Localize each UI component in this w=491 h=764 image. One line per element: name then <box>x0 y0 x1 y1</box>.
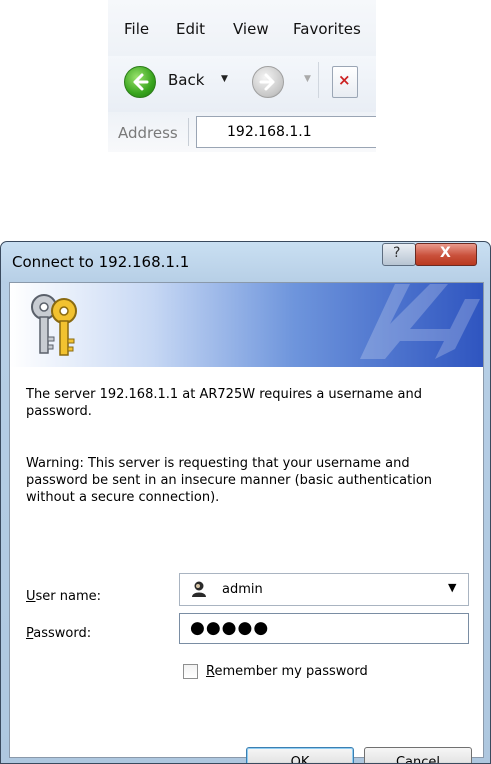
dialog-banner <box>10 283 483 367</box>
back-arrow-icon[interactable] <box>124 66 156 98</box>
close-icon: X <box>440 245 451 261</box>
user-icon <box>192 581 206 597</box>
server-message: The server 192.168.1.1 at AR725W require… <box>26 387 423 419</box>
help-icon: ? <box>393 245 401 261</box>
forward-dropdown-icon[interactable]: ▼ <box>304 74 311 84</box>
address-input[interactable]: 192.168.1.1 <box>196 116 376 148</box>
toolbar-divider <box>318 62 319 98</box>
menu-view[interactable]: View <box>233 20 269 38</box>
stop-icon[interactable]: × <box>332 66 358 98</box>
chevron-down-icon[interactable]: ▼ <box>448 581 456 594</box>
username-value: admin <box>222 582 263 597</box>
username-label: User name: <box>26 589 102 604</box>
close-button[interactable]: X <box>415 243 477 266</box>
address-divider <box>188 118 189 146</box>
browser-toolbar: File Edit View Favorites Back ▼ ▼ × Addr… <box>108 0 376 152</box>
banner-watermark-icon <box>360 284 480 359</box>
forward-arrow-icon[interactable] <box>252 66 284 98</box>
username-combobox[interactable]: admin ▼ <box>179 573 469 606</box>
ok-button[interactable]: OK <box>246 747 354 763</box>
password-field[interactable]: ●●●●● <box>179 613 469 644</box>
remember-label[interactable]: Remember my password <box>206 664 368 679</box>
address-value: 192.168.1.1 <box>227 124 312 140</box>
remember-checkbox[interactable] <box>183 664 198 679</box>
cancel-button[interactable]: Cancel <box>364 747 472 763</box>
password-label: Password: <box>26 626 92 641</box>
dialog-title: Connect to 192.168.1.1 <box>12 253 190 271</box>
warning-message: Warning: This server is requesting that … <box>26 456 433 505</box>
menu-bar: File Edit View Favorites <box>108 0 376 56</box>
back-button[interactable]: Back <box>168 71 204 89</box>
menu-file[interactable]: File <box>124 20 149 38</box>
password-mask: ●●●●● <box>190 618 270 638</box>
menu-edit[interactable]: Edit <box>176 20 205 38</box>
dialog-body: The server 192.168.1.1 at AR725W require… <box>9 282 484 763</box>
help-button[interactable]: ? <box>382 243 416 266</box>
keys-icon <box>31 294 77 356</box>
back-dropdown-icon[interactable]: ▼ <box>221 74 228 84</box>
address-label: Address <box>118 124 178 142</box>
menu-favorites[interactable]: Favorites <box>293 20 361 38</box>
connect-dialog: Connect to 192.168.1.1 ? X The server 19… <box>0 241 491 764</box>
